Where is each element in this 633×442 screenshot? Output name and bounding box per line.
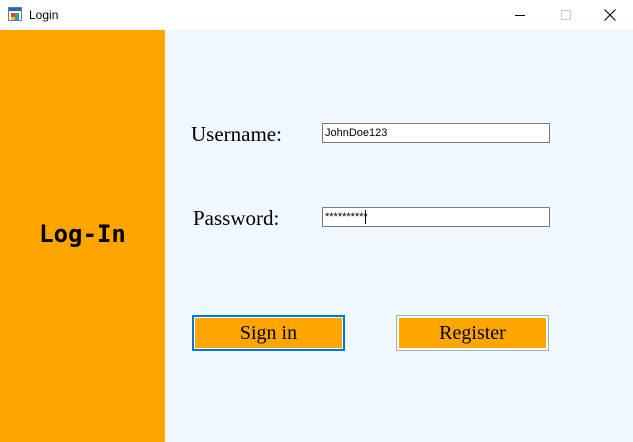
- text-caret: [365, 210, 366, 224]
- close-icon: [604, 9, 616, 21]
- password-input[interactable]: [322, 207, 550, 227]
- side-panel-title: Log-In: [39, 220, 126, 248]
- register-button[interactable]: Register: [396, 315, 549, 351]
- side-panel: Log-In: [0, 30, 165, 442]
- maximize-button[interactable]: [543, 0, 589, 30]
- maximize-icon: [561, 10, 571, 20]
- sign-in-button[interactable]: Sign in: [192, 315, 345, 351]
- windows-form-icon: [8, 7, 22, 21]
- login-form: Username: Password: Sign in Register: [165, 30, 633, 442]
- login-window: Login Log-In Username: Password: Sign in: [0, 0, 633, 442]
- title-bar[interactable]: Login: [0, 0, 633, 30]
- minimize-button[interactable]: [497, 0, 543, 30]
- close-button[interactable]: [587, 0, 633, 30]
- window-title: Login: [29, 8, 59, 22]
- minimize-icon: [515, 15, 525, 16]
- password-label: Password:: [193, 206, 280, 230]
- username-input[interactable]: [322, 123, 550, 143]
- username-label: Username:: [191, 122, 282, 146]
